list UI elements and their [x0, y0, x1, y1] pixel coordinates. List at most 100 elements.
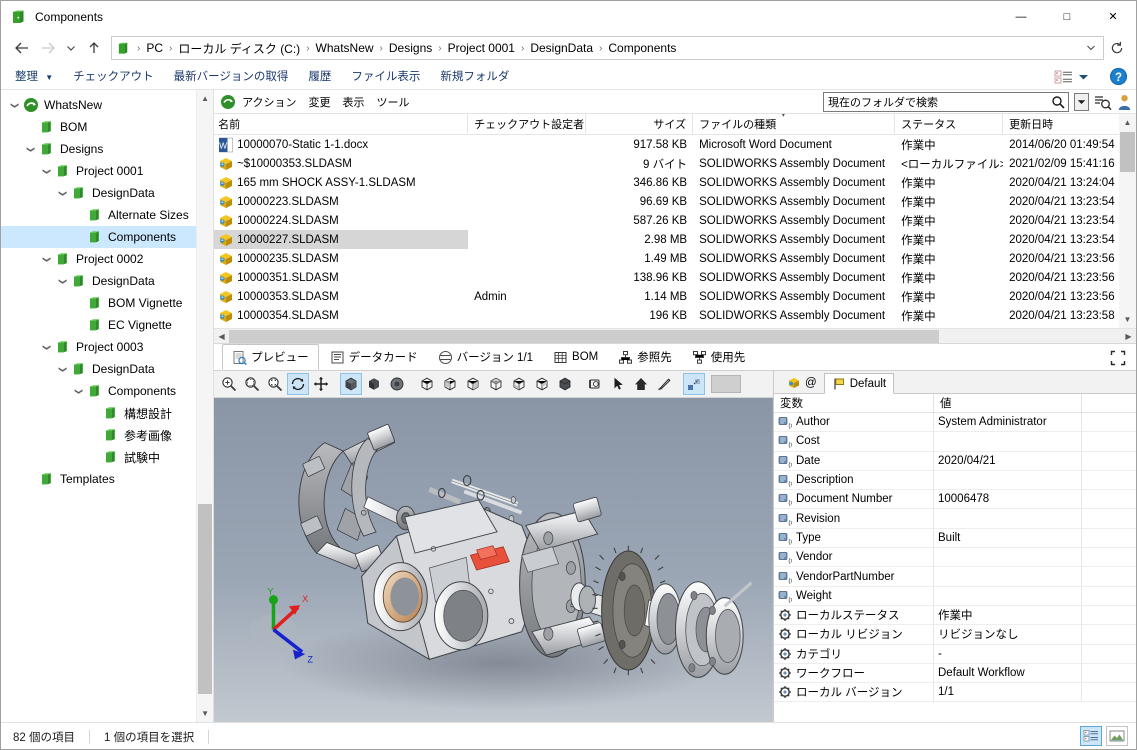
variable-value-cell[interactable] [934, 548, 1082, 566]
variable-row[interactable]: ローカルステータス作業中 [774, 606, 1136, 625]
user-icon[interactable] [1117, 94, 1132, 111]
chevron-expanded-icon[interactable]: ❯ [75, 383, 84, 399]
hscroll-thumb[interactable] [229, 330, 939, 343]
search-input[interactable]: 現在のフォルダで検索 [828, 94, 1048, 110]
variable-row[interactable]: (x)Date2020/04/21 [774, 452, 1136, 471]
file-name-cell[interactable]: 10000227.SLDASM [214, 230, 468, 249]
variable-row[interactable]: (x)Revision [774, 509, 1136, 528]
variable-value-cell[interactable] [934, 471, 1082, 489]
address-input[interactable]: › PC › ローカル ディスク (C:) › WhatsNew › Desig… [111, 36, 1104, 60]
variable-value-cell[interactable] [934, 509, 1082, 527]
maximize-button[interactable]: □ [1044, 1, 1090, 33]
zoom-in-icon[interactable] [218, 373, 240, 395]
menu-display[interactable]: 表示 [343, 94, 365, 110]
file-name-cell[interactable]: 10000235.SLDASM [214, 249, 468, 268]
search-dropdown-button[interactable] [1074, 93, 1089, 111]
table-row[interactable]: 10000235.SLDASM1.49 MBSOLIDWORKS Assembl… [214, 249, 1136, 268]
chevron-expanded-icon[interactable]: ❯ [59, 273, 68, 289]
table-row[interactable]: 10000227.SLDASM2.98 MBSOLIDWORKS Assembl… [214, 230, 1136, 249]
command-get-latest-version[interactable]: 最新バージョンの取得 [174, 68, 289, 84]
tree-item-5[interactable]: Alternate Sizes [1, 204, 213, 226]
tab-references[interactable]: 参照先 [609, 344, 681, 370]
thumbnail-view-button[interactable] [1106, 726, 1128, 746]
variable-value-cell[interactable]: Default Workflow [934, 664, 1082, 682]
card-tab-default[interactable]: Default [824, 373, 894, 394]
refresh-button[interactable] [1104, 36, 1130, 60]
tab-whereused[interactable]: 使用先 [683, 344, 755, 370]
variable-row[interactable]: (x)TypeBuilt [774, 529, 1136, 548]
tree-item-1[interactable]: BOM [1, 116, 213, 138]
variable-row[interactable]: ローカル リビジョンリビジョンなし [774, 625, 1136, 644]
variable-value-cell[interactable]: 1/1 [934, 683, 1082, 701]
breadcrumb-item-0[interactable]: PC [144, 41, 165, 55]
3d-viewport[interactable]: Y X Z [214, 398, 773, 722]
advanced-search-icon[interactable] [1094, 94, 1112, 111]
variable-value-cell[interactable] [934, 432, 1082, 450]
scroll-up-icon[interactable]: ▲ [1119, 114, 1136, 131]
view-options-button[interactable] [1054, 69, 1089, 85]
card-tab-file[interactable]: @ [780, 372, 824, 393]
file-list-vertical-scrollbar[interactable]: ▲ ▼ [1119, 114, 1136, 328]
column-header-modified[interactable]: 更新日時 [1003, 114, 1137, 134]
variable-row[interactable]: (x)Description [774, 471, 1136, 490]
color-swatch-button[interactable] [711, 375, 741, 393]
variable-value-cell[interactable]: System Administrator [934, 413, 1082, 431]
section-view-icon[interactable] [584, 373, 606, 395]
tree-scroll-thumb[interactable] [198, 504, 212, 694]
variable-value-cell[interactable]: 作業中 [934, 606, 1082, 624]
breadcrumb-item-2[interactable]: WhatsNew [314, 41, 376, 55]
rotate-icon[interactable] [287, 373, 309, 395]
table-row[interactable]: 10000353.SLDASMAdmin1.14 MBSOLIDWORKS As… [214, 287, 1136, 306]
breadcrumb-item-5[interactable]: DesignData [528, 41, 595, 55]
tree-item-10[interactable]: EC Vignette [1, 314, 213, 336]
hscroll-track[interactable] [229, 329, 1121, 344]
tree-item-9[interactable]: BOM Vignette [1, 292, 213, 314]
shaded-no-edges-icon[interactable] [363, 373, 385, 395]
help-icon[interactable]: ? [1109, 67, 1128, 86]
variable-row[interactable]: (x)VendorPartNumber [774, 567, 1136, 586]
tree-item-13[interactable]: ❯Components [1, 380, 213, 402]
expand-icon[interactable] [1110, 350, 1126, 366]
view-bottom-icon[interactable] [554, 373, 576, 395]
variable-value-cell[interactable]: - [934, 645, 1082, 663]
table-row[interactable]: ~$10000353.SLDASM9 バイトSOLIDWORKS Assembl… [214, 154, 1136, 173]
variable-row[interactable]: ローカル バージョン1/1 [774, 683, 1136, 702]
zoom-to-area-icon[interactable] [241, 373, 263, 395]
tree-item-11[interactable]: ❯Project 0003 [1, 336, 213, 358]
variable-row[interactable]: (x)Document Number10006478 [774, 490, 1136, 509]
tree-item-6[interactable]: Components [1, 226, 213, 248]
view-left-icon[interactable] [485, 373, 507, 395]
up-button[interactable] [81, 36, 107, 60]
close-button[interactable]: ✕ [1090, 1, 1136, 33]
wireframe-shade-icon[interactable] [386, 373, 408, 395]
command-file-display[interactable]: ファイル表示 [351, 68, 420, 84]
recent-locations-button[interactable] [61, 36, 81, 60]
menu-tools[interactable]: ツール [377, 94, 410, 110]
menu-modify[interactable]: 変更 [309, 94, 331, 110]
details-view-button[interactable] [1080, 726, 1102, 746]
command-checkout[interactable]: チェックアウト [73, 68, 154, 84]
file-list-scroll-thumb[interactable] [1120, 132, 1135, 172]
forward-button[interactable] [35, 36, 61, 60]
table-row[interactable]: 165 mm SHOCK ASSY-1.SLDASM346.86 KBSOLID… [214, 173, 1136, 192]
variable-value-cell[interactable] [934, 567, 1082, 585]
command-new-folder[interactable]: 新規フォルダ [440, 68, 509, 84]
file-list-horizontal-scrollbar[interactable]: ◀ ▶ [214, 328, 1136, 343]
command-history[interactable]: 履歴 [308, 68, 331, 84]
tree-item-3[interactable]: ❯Project 0001 [1, 160, 213, 182]
tree-item-17[interactable]: Templates [1, 468, 213, 490]
tree-vertical-scrollbar[interactable]: ▲ ▼ [196, 90, 213, 722]
tree-item-4[interactable]: ❯DesignData [1, 182, 213, 204]
file-name-cell[interactable]: 10000354.SLDASM [214, 306, 468, 325]
variable-value-cell[interactable] [934, 587, 1082, 605]
file-name-cell[interactable]: 10000223.SLDASM [214, 192, 468, 211]
chevron-expanded-icon[interactable]: ❯ [59, 361, 68, 377]
tree-item-7[interactable]: ❯Project 0002 [1, 248, 213, 270]
select-arrow-icon[interactable] [607, 373, 629, 395]
variable-row[interactable]: カテゴリ- [774, 645, 1136, 664]
search-box[interactable]: 現在のフォルダで検索 [823, 92, 1069, 112]
pan-icon[interactable] [310, 373, 332, 395]
scroll-up-icon[interactable]: ▲ [197, 90, 213, 107]
tab-bom[interactable]: BOM [544, 344, 607, 370]
chevron-expanded-icon[interactable]: ❯ [59, 185, 68, 201]
